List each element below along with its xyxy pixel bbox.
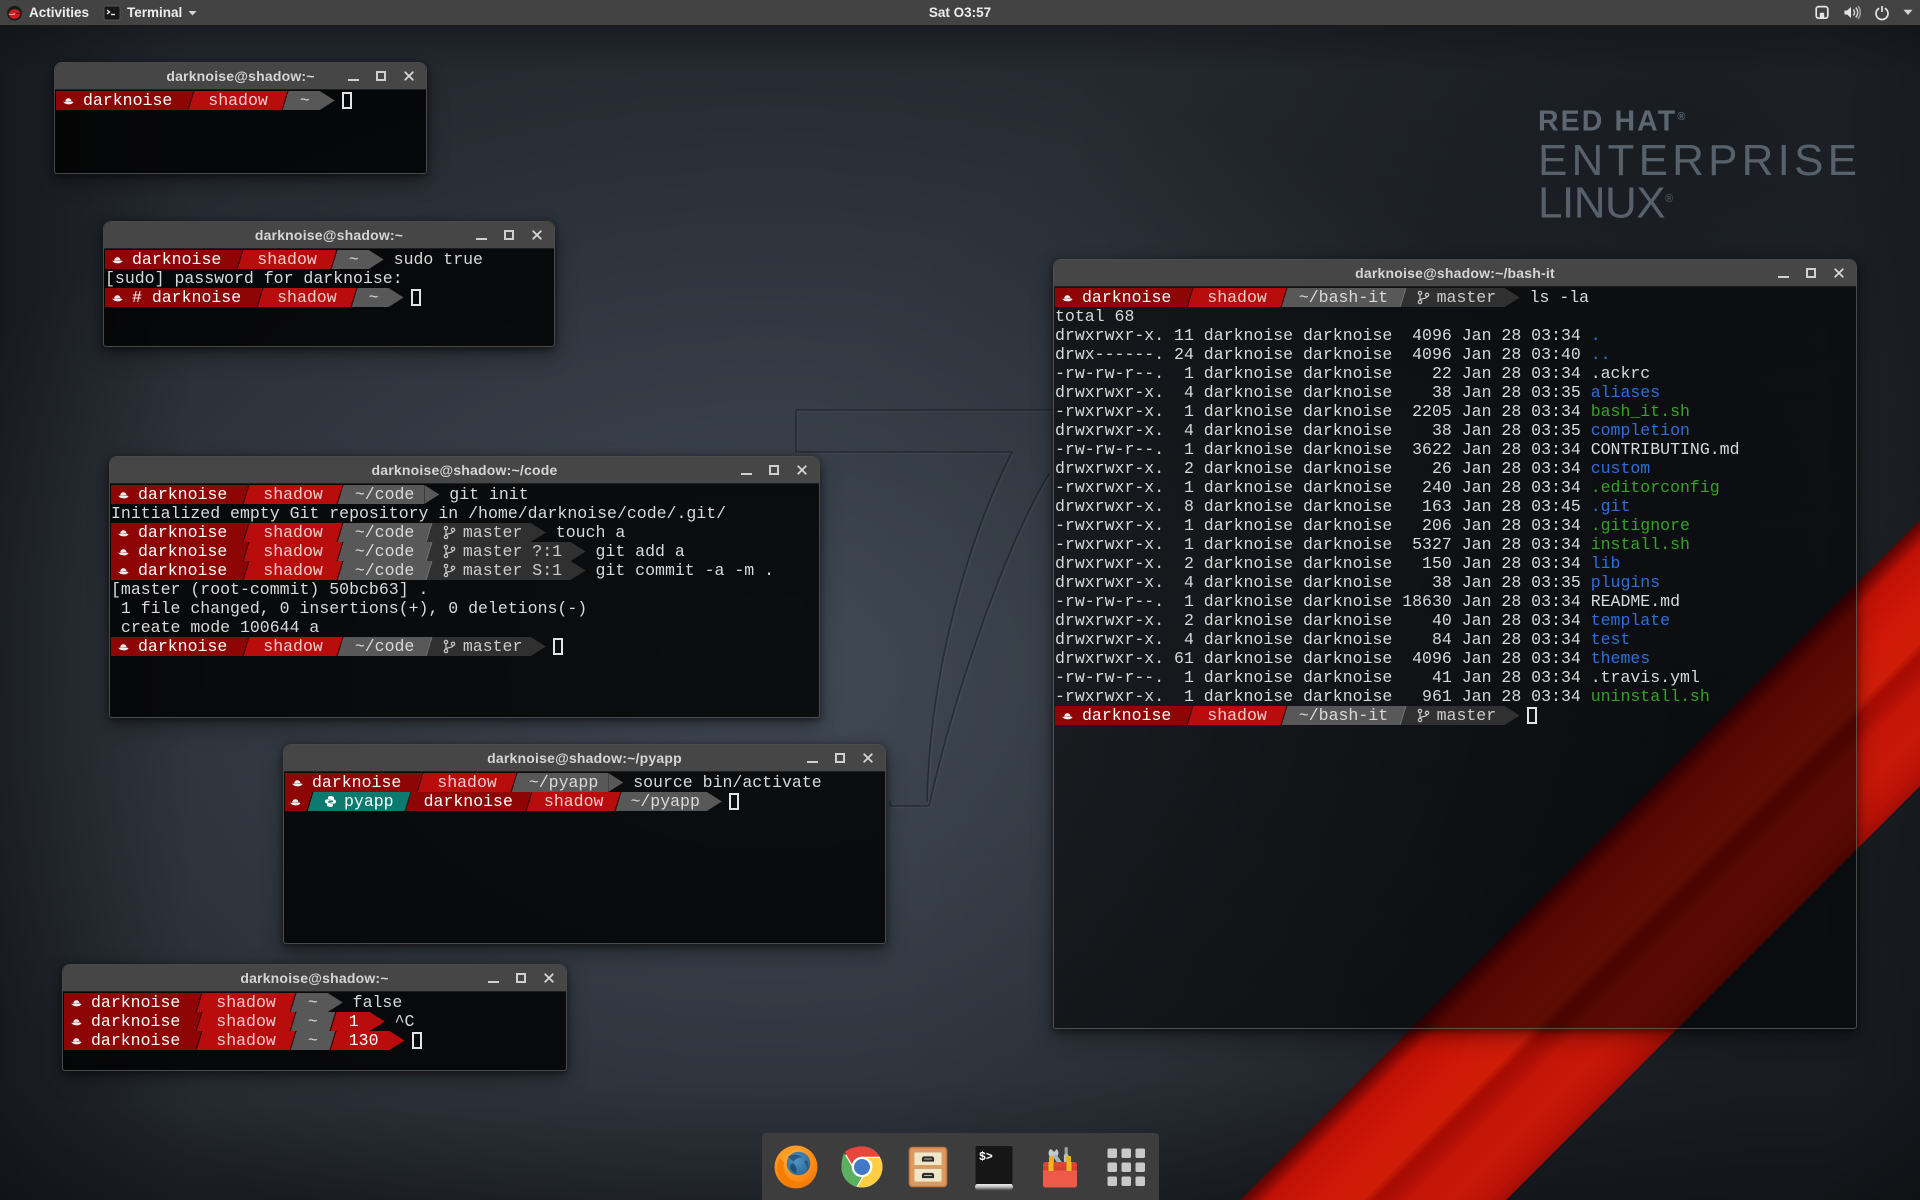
svg-text:$>: $> [979, 1151, 993, 1164]
